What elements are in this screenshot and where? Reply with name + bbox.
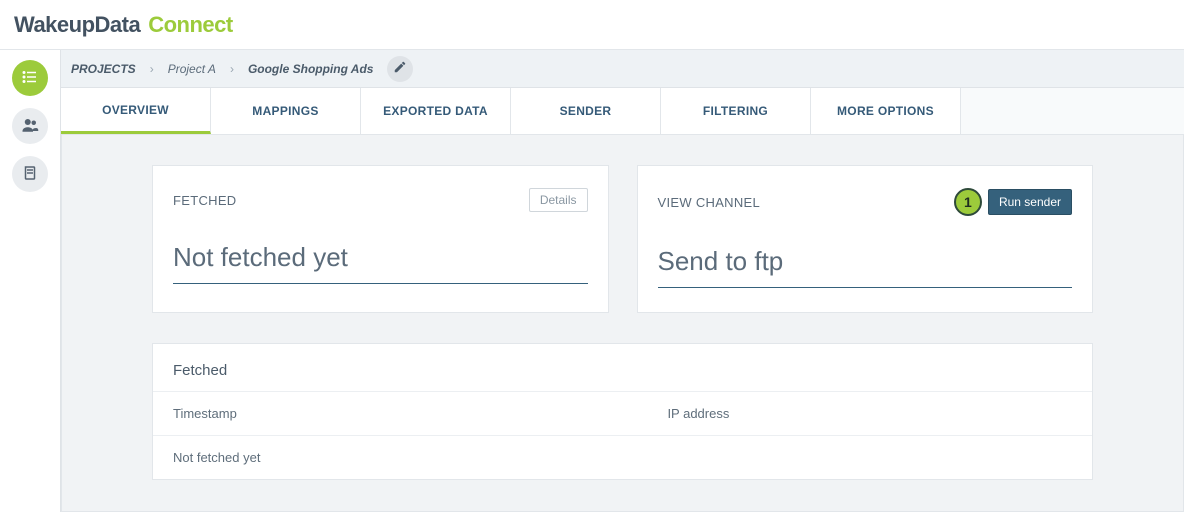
tab-mappings[interactable]: MAPPINGS bbox=[211, 88, 361, 134]
edit-button[interactable] bbox=[387, 56, 413, 82]
channel-card: VIEW CHANNEL 1 Run sender Send to ftp bbox=[637, 165, 1094, 313]
col-timestamp-header: Timestamp bbox=[173, 406, 667, 421]
list-icon bbox=[21, 68, 39, 89]
breadcrumb-current: Google Shopping Ads bbox=[248, 62, 374, 76]
sidebar-item-docs[interactable] bbox=[12, 156, 48, 192]
chevron-right-icon: › bbox=[150, 62, 154, 76]
app-header: WakeupData Connect bbox=[0, 0, 1184, 50]
run-sender-button[interactable]: Run sender bbox=[988, 189, 1072, 215]
tabs: OVERVIEW MAPPINGS EXPORTED DATA SENDER F… bbox=[61, 88, 1184, 135]
tab-more-options[interactable]: MORE OPTIONS bbox=[811, 88, 961, 134]
details-button[interactable]: Details bbox=[529, 188, 588, 212]
tab-filtering[interactable]: FILTERING bbox=[661, 88, 811, 134]
fetched-table: Fetched Timestamp IP address Not fetched… bbox=[152, 343, 1093, 480]
pencil-icon bbox=[393, 60, 407, 77]
table-row: Not fetched yet bbox=[153, 435, 1092, 479]
col-ip-header: IP address bbox=[667, 406, 1072, 421]
breadcrumb-project[interactable]: Project A bbox=[168, 62, 216, 76]
table-header-row: Timestamp IP address bbox=[153, 391, 1092, 435]
fetched-table-title: Fetched bbox=[153, 344, 1092, 391]
breadcrumb: PROJECTS › Project A › Google Shopping A… bbox=[61, 50, 1184, 88]
sidebar-item-users[interactable] bbox=[12, 108, 48, 144]
tab-exported-data[interactable]: EXPORTED DATA bbox=[361, 88, 511, 134]
table-empty-value: Not fetched yet bbox=[173, 450, 667, 465]
sidebar bbox=[0, 50, 60, 512]
logo-primary: WakeupData bbox=[14, 12, 140, 38]
table-empty-ip bbox=[667, 450, 1072, 465]
step-badge: 1 bbox=[954, 188, 982, 216]
book-icon bbox=[21, 164, 39, 185]
logo-secondary: Connect bbox=[148, 12, 233, 38]
fetched-card-title: FETCHED bbox=[173, 193, 237, 208]
logo: WakeupData Connect bbox=[14, 12, 233, 38]
breadcrumb-root[interactable]: PROJECTS bbox=[71, 62, 136, 76]
channel-card-value: Send to ftp bbox=[658, 246, 1073, 288]
content-area: FETCHED Details Not fetched yet VIEW CHA… bbox=[61, 135, 1184, 512]
tab-sender[interactable]: SENDER bbox=[511, 88, 661, 134]
sidebar-item-list[interactable] bbox=[12, 60, 48, 96]
users-icon bbox=[21, 116, 39, 137]
tab-overview[interactable]: OVERVIEW bbox=[61, 88, 211, 134]
channel-card-title: VIEW CHANNEL bbox=[658, 195, 761, 210]
fetched-card-value: Not fetched yet bbox=[173, 242, 588, 284]
chevron-right-icon: › bbox=[230, 62, 234, 76]
fetched-card: FETCHED Details Not fetched yet bbox=[152, 165, 609, 313]
